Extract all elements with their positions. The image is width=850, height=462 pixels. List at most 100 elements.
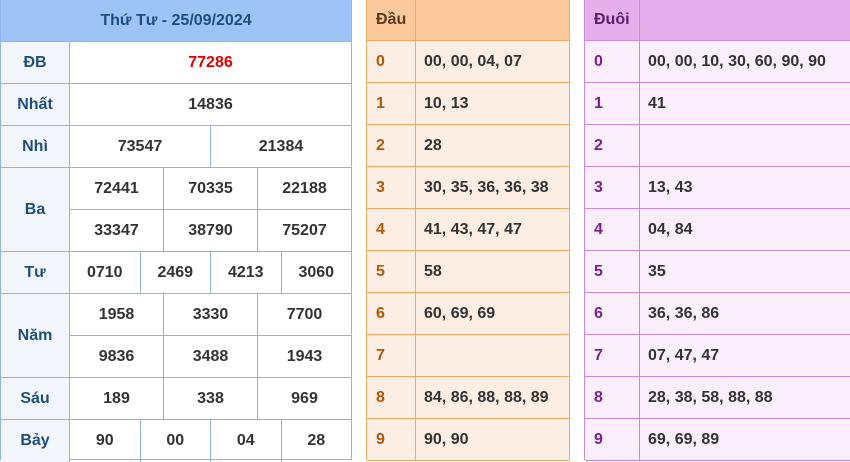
duoi-numbers: 07, 47, 47 (648, 346, 720, 364)
prize-name: ĐB (1, 42, 70, 83)
duoi-numbers: 69, 69, 89 (648, 430, 720, 448)
duoi-row: 5 35 (585, 251, 850, 293)
prize-row: Nhì 73547 21384 (1, 126, 351, 168)
prize-number: 28 (307, 432, 326, 449)
prize-line: 0710 2469 4213 3060 (70, 252, 351, 293)
prize-number: 7700 (286, 305, 323, 323)
prize-row: Ba 72441 70335 22188 33347 38790 75207 (1, 168, 351, 252)
dau-numbers: 41, 43, 47, 47 (424, 220, 522, 238)
duoi-digit: 2 (585, 125, 640, 166)
duoi-digit: 3 (585, 167, 640, 208)
prize-line: 72441 70335 22188 (70, 168, 351, 210)
duoi-rows: 0 00, 00, 10, 30, 60, 90, 90 1 41 2 3 13, 43 4 0… (585, 41, 850, 461)
prize-line: 77286 (70, 42, 351, 83)
prize-row: Năm 1958 3330 7700 9836 3488 1943 (1, 294, 351, 378)
prize-row: Bảy 90 00 04 28 (1, 420, 351, 462)
duoi-header: Đuôi (585, 0, 850, 41)
dau-digit: 5 (367, 251, 416, 292)
duoi-row: 2 (585, 125, 850, 167)
prize-values: 14836 (70, 84, 351, 125)
prize-number: 9836 (70, 336, 164, 377)
duoi-numbers (640, 125, 850, 166)
prize-number: 3060 (298, 263, 335, 281)
prize-number: 72441 (70, 168, 164, 209)
prize-name: Sáu (1, 378, 70, 419)
dau-row: 1 10, 13 (367, 83, 569, 125)
dau-row: 3 30, 35, 36, 36, 38 (367, 167, 569, 209)
dau-row: 5 58 (367, 251, 569, 293)
prize-number: 14836 (188, 95, 233, 113)
prize-line: 33347 38790 75207 (70, 210, 351, 251)
dau-row: 6 60, 69, 69 (367, 293, 569, 335)
dau-digit: 2 (367, 125, 416, 166)
prize-line: 1958 3330 7700 (70, 294, 351, 336)
dau-row: 7 (367, 335, 569, 377)
results-date-header: Thứ Tư - 25/09/2024 (1, 0, 351, 42)
prize-name: Tư (1, 252, 70, 293)
special-prize-number: 77286 (188, 53, 233, 71)
duoi-numbers: 35 (648, 262, 666, 280)
prize-number: 22188 (282, 179, 327, 197)
duoi-numbers: 13, 43 (648, 178, 693, 196)
dau-row: 8 84, 86, 88, 88, 89 (367, 377, 569, 419)
prize-number: 04 (211, 420, 282, 462)
prize-number: 2469 (141, 252, 211, 293)
prize-name: Nhì (1, 126, 70, 167)
duoi-digit: 4 (585, 209, 640, 250)
dau-numbers (416, 335, 569, 376)
prize-row: Nhất 14836 (1, 84, 351, 126)
dau-row: 0 00, 00, 04, 07 (367, 41, 569, 83)
dau-header: Đầu (367, 0, 569, 41)
dau-numbers: 00, 00, 04, 07 (424, 52, 522, 70)
prize-line: 90 00 04 28 (70, 420, 351, 462)
dau-digit: 1 (367, 83, 416, 124)
prize-row: Sáu 189 338 969 (1, 378, 351, 420)
dau-digit: 0 (367, 41, 416, 82)
duoi-numbers: 04, 84 (648, 220, 693, 238)
dau-digit: 9 (367, 419, 416, 460)
lottery-results-table: Thứ Tư - 25/09/2024 ĐB 77286 Nhất 14836 Nhì 7… (0, 0, 352, 462)
dau-header-label: Đầu (367, 0, 416, 40)
prize-number: 73547 (70, 126, 211, 167)
prize-values: 0710 2469 4213 3060 (70, 252, 351, 293)
prize-values: 90 00 04 28 (70, 420, 351, 462)
prize-line: 189 338 969 (70, 378, 351, 419)
dau-row: 2 28 (367, 125, 569, 167)
duoi-digit: 8 (585, 377, 640, 418)
dau-digit: 3 (367, 167, 416, 208)
dau-header-spacer (416, 0, 569, 40)
prize-name: Nhất (1, 84, 70, 125)
prize-values: 73547 21384 (70, 126, 351, 167)
prize-values: 77286 (70, 42, 351, 83)
prize-number: 70335 (164, 168, 258, 209)
duoi-header-label: Đuôi (585, 0, 640, 40)
dau-row: 4 41, 43, 47, 47 (367, 209, 569, 251)
duoi-numbers: 28, 38, 58, 88, 88 (648, 388, 773, 406)
duoi-digit: 7 (585, 335, 640, 376)
prize-number: 1943 (286, 347, 323, 365)
duoi-row: 4 04, 84 (585, 209, 850, 251)
prize-number: 969 (291, 389, 318, 407)
prize-values: 189 338 969 (70, 378, 351, 419)
prize-number: 38790 (164, 210, 258, 251)
dau-rows: 0 00, 00, 04, 07 1 10, 13 2 28 3 30, 35, 36, 36… (367, 41, 569, 461)
duoi-digit: 9 (585, 419, 640, 460)
duoi-table: Đuôi 0 00, 00, 10, 30, 60, 90, 90 1 41 2 3 13,… (584, 0, 850, 461)
dau-row: 9 90, 90 (367, 419, 569, 461)
dau-digit: 6 (367, 293, 416, 334)
prize-number: 00 (141, 420, 211, 462)
prize-name: Năm (1, 294, 70, 377)
dau-digit: 4 (367, 209, 416, 250)
duoi-header-spacer (640, 0, 850, 40)
duoi-row: 6 36, 36, 86 (585, 293, 850, 335)
dau-table: Đầu 0 00, 00, 04, 07 1 10, 13 2 28 3 30, 35, 36… (366, 0, 570, 461)
prize-line: 14836 (70, 84, 351, 125)
dau-numbers: 28 (424, 136, 442, 154)
prize-values: 72441 70335 22188 33347 38790 75207 (70, 168, 351, 251)
dau-digit: 7 (367, 335, 416, 376)
duoi-row: 7 07, 47, 47 (585, 335, 850, 377)
prize-number: 4213 (211, 252, 282, 293)
duoi-digit: 1 (585, 83, 640, 124)
prize-number: 3488 (164, 336, 258, 377)
prize-number: 0710 (70, 252, 141, 293)
